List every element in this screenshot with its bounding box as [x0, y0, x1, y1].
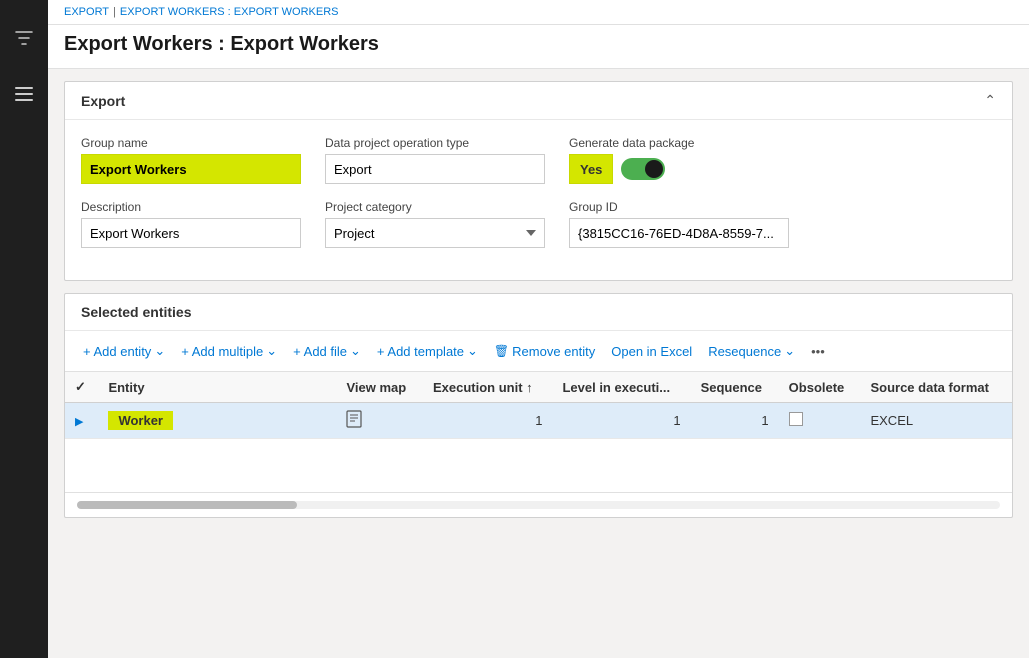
menu-icon[interactable]: [8, 78, 40, 110]
resequence-button[interactable]: Resequence ⌄: [702, 339, 801, 363]
export-card-body: Group name Data project operation type G…: [65, 120, 1012, 280]
row-src-cell: EXCEL: [860, 403, 1012, 439]
breadcrumb-item-export[interactable]: EXPORT: [64, 6, 109, 18]
row-level-cell: 1: [552, 403, 690, 439]
row-obs-cell[interactable]: [779, 403, 861, 439]
col-header-level[interactable]: Level in executi...: [552, 372, 690, 403]
entities-card: Selected entities + Add entity ⌄ + Add m…: [64, 293, 1013, 518]
row-selected-indicator: ▶: [75, 416, 83, 428]
row-check-cell[interactable]: ▶: [65, 403, 98, 439]
more-options-button[interactable]: •••: [805, 340, 831, 363]
description-field: Description: [81, 200, 301, 248]
row-entity-cell: Worker: [98, 403, 336, 439]
toggle-knob: [645, 160, 663, 178]
row-seq-cell: 1: [691, 403, 779, 439]
data-project-field: Data project operation type: [325, 136, 545, 184]
col-header-viewmap: View map: [336, 372, 423, 403]
trash-icon: 🗑: [494, 344, 509, 358]
col-header-seq[interactable]: Sequence: [691, 372, 779, 403]
page-title-area: Export Workers : Export Workers: [48, 25, 1029, 69]
table-row[interactable]: ▶ Worker: [65, 403, 1012, 439]
chevron-down-icon5: ⌄: [784, 343, 795, 359]
col-header-src: Source data format: [860, 372, 1012, 403]
toggle-container: Yes: [569, 154, 749, 184]
entities-table-area: ✓ Entity View map Execution unit ↑ Level…: [65, 372, 1012, 492]
data-project-label: Data project operation type: [325, 136, 545, 150]
horizontal-scrollbar-area: [65, 492, 1012, 517]
toggle-yes-label: Yes: [569, 154, 613, 184]
project-category-select[interactable]: Project: [325, 218, 545, 248]
obsolete-checkbox[interactable]: [789, 412, 803, 426]
breadcrumb-item-export-workers[interactable]: EXPORT WORKERS : EXPORT WORKERS: [120, 6, 339, 18]
add-template-button[interactable]: + Add template ⌄: [371, 339, 484, 363]
export-card: Export ⌃ Group name Data project operati…: [64, 81, 1013, 281]
generate-package-toggle[interactable]: [621, 158, 665, 180]
entities-card-title: Selected entities: [81, 304, 192, 320]
page-title: Export Workers : Export Workers: [64, 33, 1013, 56]
generate-package-label: Generate data package: [569, 136, 749, 150]
data-project-input[interactable]: [325, 154, 545, 184]
entities-card-header: Selected entities: [65, 294, 1012, 331]
col-header-exec[interactable]: Execution unit ↑: [423, 372, 552, 403]
sidebar: [0, 0, 48, 658]
collapse-export-button[interactable]: ⌃: [984, 92, 996, 109]
export-card-header: Export ⌃: [65, 82, 1012, 120]
row-exec-cell: 1: [423, 403, 552, 439]
remove-entity-button[interactable]: 🗑 Remove entity: [488, 340, 601, 363]
description-input[interactable]: [81, 218, 301, 248]
col-header-entity[interactable]: Entity: [98, 372, 336, 403]
add-multiple-button[interactable]: + Add multiple ⌄: [175, 339, 283, 363]
entities-table: ✓ Entity View map Execution unit ↑ Level…: [65, 372, 1012, 439]
group-name-label: Group name: [81, 136, 301, 150]
project-category-field: Project category Project: [325, 200, 545, 248]
entity-name: Worker: [108, 411, 173, 430]
entities-toolbar: + Add entity ⌄ + Add multiple ⌄ + Add fi…: [65, 331, 1012, 372]
add-file-button[interactable]: + Add file ⌄: [287, 339, 367, 363]
breadcrumb: EXPORT | EXPORT WORKERS : EXPORT WORKERS: [48, 0, 1029, 25]
group-name-field: Group name: [81, 136, 301, 184]
form-row-2: Description Project category Project Gro…: [81, 200, 996, 248]
col-header-obs: Obsolete: [779, 372, 861, 403]
main-content: EXPORT | EXPORT WORKERS : EXPORT WORKERS…: [48, 0, 1029, 658]
group-id-field: Group ID: [569, 200, 789, 248]
chevron-down-icon: ⌄: [154, 343, 165, 359]
col-header-check: ✓: [65, 372, 98, 403]
row-viewmap-cell[interactable]: [336, 403, 423, 439]
export-card-title: Export: [81, 93, 125, 109]
breadcrumb-sep: |: [113, 6, 116, 18]
open-excel-button[interactable]: Open in Excel: [605, 340, 698, 363]
group-name-input[interactable]: [81, 154, 301, 184]
chevron-down-icon2: ⌄: [266, 343, 277, 359]
chevron-down-icon3: ⌄: [350, 343, 361, 359]
add-entity-button[interactable]: + Add entity ⌄: [77, 339, 171, 363]
chevron-down-icon4: ⌄: [467, 343, 478, 359]
generate-package-field: Generate data package Yes: [569, 136, 749, 184]
form-row-1: Group name Data project operation type G…: [81, 136, 996, 184]
project-category-label: Project category: [325, 200, 545, 214]
description-label: Description: [81, 200, 301, 214]
exec-unit-label: Execution unit ↑: [433, 380, 533, 395]
group-id-input[interactable]: [569, 218, 789, 248]
filter-icon[interactable]: [8, 22, 40, 54]
page-body: Export ⌃ Group name Data project operati…: [48, 69, 1029, 658]
horizontal-scrollbar-thumb[interactable]: [77, 501, 297, 509]
view-map-doc-icon[interactable]: [346, 415, 362, 431]
table-header-row: ✓ Entity View map Execution unit ↑ Level…: [65, 372, 1012, 403]
group-id-label: Group ID: [569, 200, 789, 214]
check-icon: ✓: [75, 379, 86, 394]
horizontal-scrollbar-track[interactable]: [77, 501, 1000, 509]
